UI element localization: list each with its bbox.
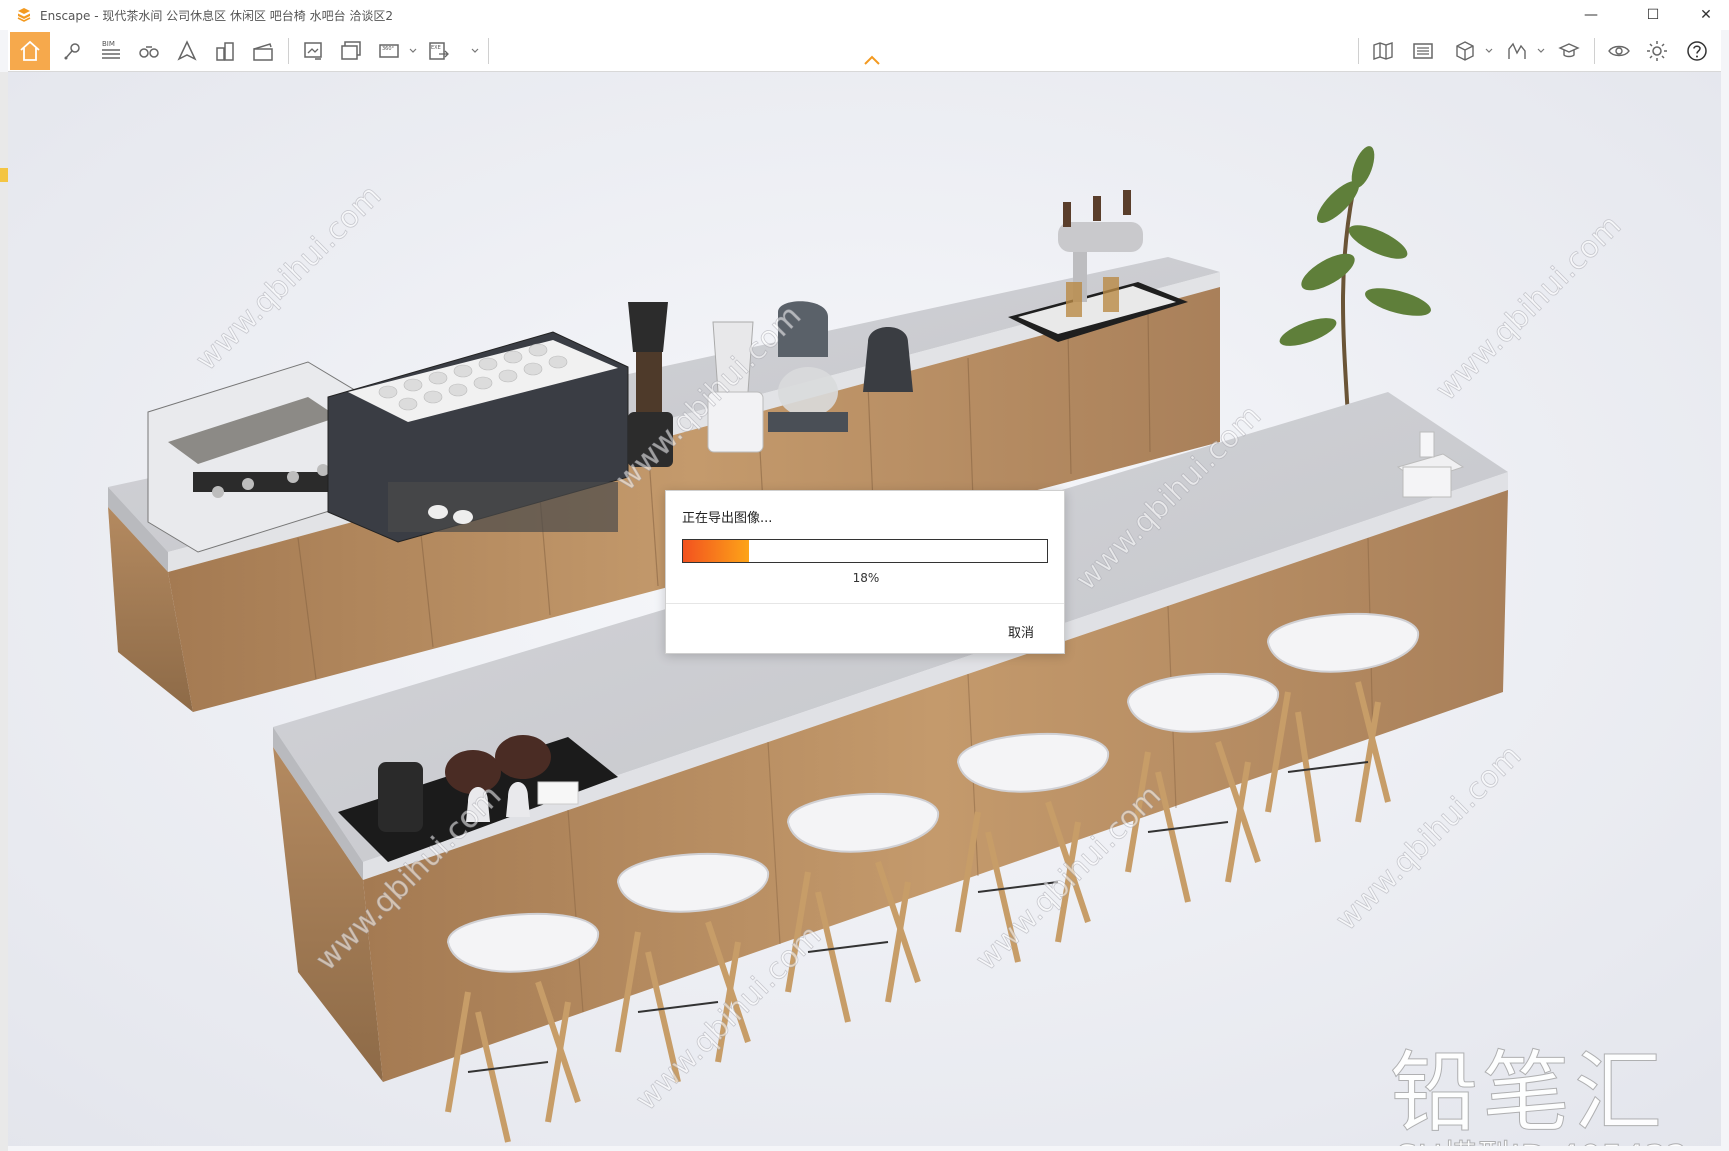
chevron-down-icon[interactable] xyxy=(1536,46,1546,56)
batch-render-icon xyxy=(341,41,361,60)
binoculars-button[interactable] xyxy=(132,35,166,67)
eye-button[interactable] xyxy=(1602,35,1636,67)
maximize-icon: ☐ xyxy=(1646,7,1660,23)
settings-icon xyxy=(1647,41,1667,61)
help-icon xyxy=(1687,41,1707,61)
chevron-down-icon[interactable] xyxy=(1484,46,1494,56)
minimize-icon: — xyxy=(1584,7,1598,23)
exe-label: EXE xyxy=(431,45,441,51)
chevron-down-icon[interactable] xyxy=(408,46,418,56)
exe-export-button[interactable]: EXE xyxy=(422,35,456,67)
map-icon xyxy=(1373,42,1393,60)
navigation-button[interactable] xyxy=(170,35,204,67)
chart-icon xyxy=(1508,42,1526,59)
folder-icon xyxy=(0,168,8,182)
buildings-button[interactable] xyxy=(208,35,242,67)
chart-button[interactable] xyxy=(1500,35,1534,67)
bim-label: BIM xyxy=(102,40,115,48)
watermark-model-id: SU模型ID:405432 xyxy=(1396,1130,1689,1147)
panorama-label: 360° xyxy=(382,46,395,52)
enscape-window: Enscape - 现代茶水间 公司休息区 休闲区 吧台椅 水吧台 洽谈区2 —… xyxy=(0,0,1729,1151)
cube-button[interactable] xyxy=(1448,35,1482,67)
hat-button[interactable] xyxy=(1552,35,1586,67)
enscape-toolbar: BIM 360° EXE xyxy=(8,30,1721,72)
progress-fill xyxy=(683,540,749,562)
binoculars-icon xyxy=(139,46,159,58)
location-icon xyxy=(64,43,80,60)
toolbar-separator xyxy=(1594,38,1595,64)
clapper-icon xyxy=(253,43,273,61)
asset-library-icon xyxy=(1413,43,1433,59)
minimize-button[interactable]: — xyxy=(1568,0,1614,30)
eye-icon xyxy=(1608,45,1630,57)
chevron-down-icon[interactable] xyxy=(470,46,480,56)
buildings-icon xyxy=(216,42,234,61)
dialog-divider xyxy=(666,603,1064,604)
enscape-logo-icon xyxy=(17,8,31,22)
toolbar-separator xyxy=(1358,38,1359,64)
export-progress-dialog: 正在导出图像... 18% 取消 xyxy=(665,490,1065,654)
cancel-button[interactable]: 取消 xyxy=(1008,622,1034,641)
collapse-icon[interactable] xyxy=(863,54,881,66)
clapper-button[interactable] xyxy=(246,35,280,67)
render-icon xyxy=(304,42,322,60)
watermark-brand: 铅笔汇 xyxy=(1390,1041,1667,1145)
settings-button[interactable] xyxy=(1640,35,1674,67)
background-window-edge xyxy=(0,72,8,1151)
map-button[interactable] xyxy=(1366,35,1400,67)
navigation-icon xyxy=(177,40,197,61)
title-bar: Enscape - 现代茶水间 公司休息区 休闲区 吧台椅 水吧台 洽谈区2 —… xyxy=(0,0,1729,30)
bim-icon: BIM xyxy=(102,40,120,59)
help-button[interactable] xyxy=(1680,35,1714,67)
panorama-icon: 360° xyxy=(379,44,399,58)
bim-button[interactable]: BIM xyxy=(94,35,128,67)
asset-library-button[interactable] xyxy=(1406,35,1440,67)
hat-icon xyxy=(1558,43,1580,58)
home-icon xyxy=(20,40,40,61)
window-title: Enscape - 现代茶水间 公司休息区 休闲区 吧台椅 水吧台 洽谈区2 xyxy=(40,8,394,23)
progress-percent: 18% xyxy=(852,571,880,585)
dialog-title: 正在导出图像... xyxy=(682,511,773,526)
toolbar-separator xyxy=(288,38,289,64)
export-progress-bar xyxy=(682,539,1048,563)
home-button[interactable] xyxy=(10,32,50,70)
exe-export-icon: EXE xyxy=(429,42,449,60)
render-button[interactable] xyxy=(296,35,330,67)
location-button[interactable] xyxy=(56,35,90,67)
cube-icon xyxy=(1456,41,1474,61)
batch-render-button[interactable] xyxy=(334,35,368,67)
close-button[interactable]: ✕ xyxy=(1683,0,1729,30)
toolbar-separator xyxy=(488,38,489,64)
maximize-button[interactable]: ☐ xyxy=(1630,0,1676,30)
close-icon: ✕ xyxy=(1700,7,1712,23)
panorama-button[interactable]: 360° xyxy=(372,35,406,67)
